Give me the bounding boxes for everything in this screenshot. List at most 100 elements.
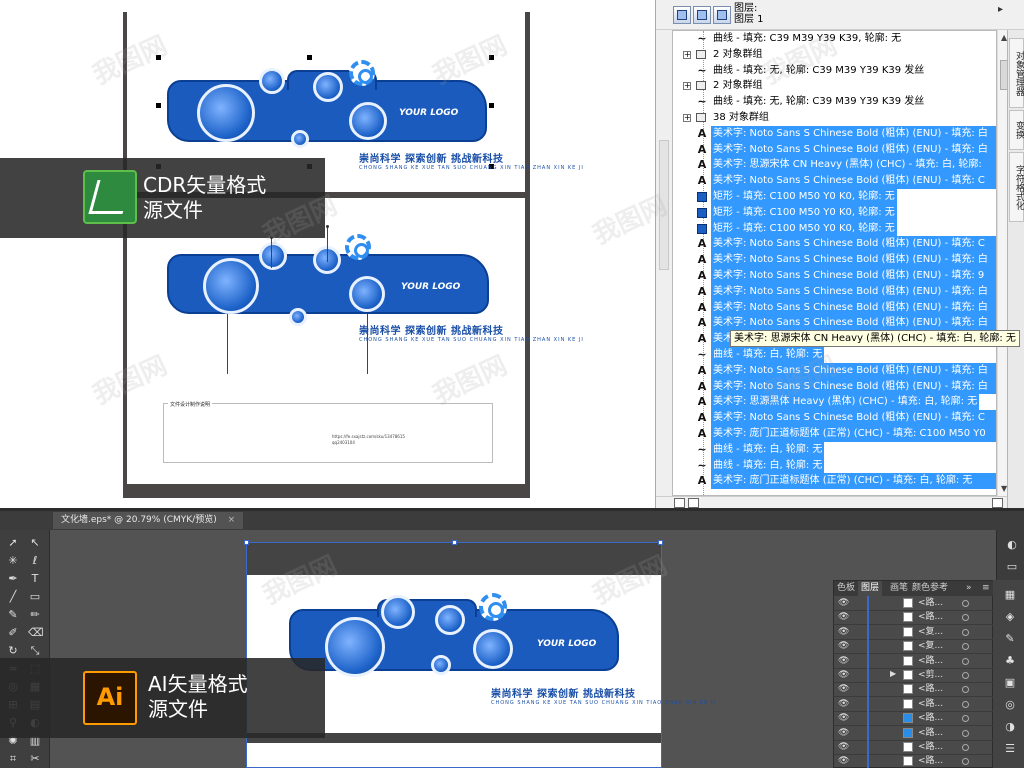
- swatches-icon[interactable]: ▦: [1003, 588, 1017, 602]
- magic-wand-tool-icon[interactable]: ✳: [6, 554, 20, 568]
- object-row[interactable]: A 美术字: Noto Sans S Chinese Bold (粗体) (ENU…: [673, 378, 996, 395]
- align-icon[interactable]: ☰: [1003, 742, 1017, 756]
- panel-menu-icon[interactable]: ≡: [982, 581, 990, 596]
- object-row[interactable]: ∼ 曲线 - 填充: 白, 轮廓: 无: [673, 457, 996, 474]
- rectangle-tool-icon[interactable]: ▭: [28, 590, 42, 604]
- target-circle-icon[interactable]: [962, 700, 969, 708]
- object-row[interactable]: A 美术字: Noto Sans S Chinese Bold (粗体) (ENU…: [673, 236, 996, 253]
- object-row[interactable]: +2 对象群组: [673, 78, 996, 94]
- object-row[interactable]: ∼ 曲线 - 填充: C39 M39 Y39 K39, 轮廓: 无: [673, 31, 996, 47]
- target-circle-icon[interactable]: [962, 715, 969, 723]
- target-circle-icon[interactable]: [962, 758, 969, 766]
- visibility-eye-icon[interactable]: 👁: [838, 713, 849, 724]
- tab-swatches[interactable]: 色板: [837, 581, 855, 596]
- target-circle-icon[interactable]: [962, 744, 969, 751]
- splitter-handle[interactable]: [659, 140, 669, 270]
- delete-icon[interactable]: [992, 498, 1003, 508]
- symbols-icon[interactable]: ♣: [1003, 654, 1017, 668]
- docker-tab-character[interactable]: 字符格式化: [1009, 152, 1024, 222]
- cdr-canvas[interactable]: YOUR LOGO 崇尚科学 探索创新 挑战新科技 CHONG SHANG KE…: [123, 12, 583, 498]
- panel-menu-arrow-icon[interactable]: ▸: [998, 4, 1003, 15]
- docker-tab-transform[interactable]: 变换: [1009, 110, 1024, 150]
- layer-row[interactable]: 👁 <路...: [834, 610, 994, 626]
- object-row[interactable]: +38 对象群组: [673, 110, 996, 126]
- color-panel-icon[interactable]: ◐: [1005, 538, 1019, 552]
- object-row[interactable]: A 美术字: Noto Sans S Chinese Bold (粗体) (ENU…: [673, 315, 996, 332]
- visibility-eye-icon[interactable]: 👁: [838, 641, 849, 652]
- object-row[interactable]: A 美术字: 庞门正道标题体 (正常) (CHC) - 填充: 白, 轮廓: 无: [673, 473, 996, 490]
- object-row[interactable]: A 美术字: Noto Sans S Chinese Bold (粗体) (ENU…: [673, 410, 996, 426]
- rotate-tool-icon[interactable]: ↻: [6, 644, 20, 658]
- object-row[interactable]: A 美术字: 思源黑体 Heavy (黑体) (CHC) - 填充: 白, 轮廓:…: [673, 394, 996, 411]
- visibility-eye-icon[interactable]: 👁: [838, 728, 849, 739]
- blob-brush-tool-icon[interactable]: ✐: [6, 626, 20, 640]
- paintbrush-tool-icon[interactable]: ✎: [6, 608, 20, 622]
- selection-handle[interactable]: [489, 55, 494, 60]
- layer-row[interactable]: 👁 <路...: [834, 711, 994, 727]
- target-circle-icon[interactable]: [962, 686, 969, 694]
- object-tree[interactable]: ∼ 曲线 - 填充: C39 M39 Y39 K39, 轮廓: 无 +2 对象群组 ∼…: [672, 30, 997, 496]
- object-row[interactable]: +2 对象群组: [673, 47, 996, 63]
- graphic-styles-icon[interactable]: ▣: [1003, 676, 1017, 690]
- visibility-eye-icon[interactable]: 👁: [838, 742, 849, 753]
- tab-brushes[interactable]: 画笔: [890, 581, 908, 596]
- selection-handle[interactable]: [307, 55, 312, 60]
- selection-handle[interactable]: [489, 103, 494, 108]
- object-row[interactable]: A 美术字: Noto Sans S Chinese Bold (粗体) (ENU…: [673, 173, 996, 189]
- object-row[interactable]: ∼ 曲线 - 填充: 无, 轮廓: C39 M39 Y39 K39 发丝: [673, 94, 996, 110]
- layer-row[interactable]: 👁 <路...: [834, 596, 994, 611]
- ai-document-tab[interactable]: 文化墙.eps* @ 20.79% (CMYK/预览) ×: [53, 512, 244, 529]
- visibility-eye-icon[interactable]: 👁: [838, 756, 849, 767]
- new-master-layer-button[interactable]: [688, 498, 699, 508]
- expand-arrow-icon[interactable]: ▶: [890, 669, 896, 678]
- scale-tool-icon[interactable]: ⤡: [28, 644, 42, 658]
- layer-row[interactable]: 👁 <路...: [834, 696, 994, 712]
- object-row[interactable]: ∼ 曲线 - 填充: 白, 轮廓: 无: [673, 441, 996, 458]
- layer-row[interactable]: 👁 ▶ <剪...: [834, 668, 994, 683]
- expand-icon[interactable]: +: [683, 50, 691, 59]
- object-row[interactable]: ∼ 曲线 - 填充: 白, 轮廓: 无: [673, 347, 996, 363]
- pencil-tool-icon[interactable]: ✏: [28, 608, 42, 622]
- target-circle-icon[interactable]: [962, 672, 969, 679]
- object-row[interactable]: ∼ 曲线 - 填充: 无, 轮廓: C39 M39 Y39 K39 发丝: [673, 63, 996, 79]
- show-properties-button[interactable]: [673, 6, 691, 24]
- object-row[interactable]: A 美术字: 庞门正道标题体 (正常) (CHC) - 填充: C100 M50 …: [673, 426, 996, 442]
- tab-color-guide[interactable]: 颜色参考: [912, 581, 948, 596]
- visibility-eye-icon[interactable]: 👁: [838, 612, 849, 623]
- artboard-tool-icon[interactable]: ⌗: [6, 752, 20, 766]
- object-row[interactable]: 矩形 - 填充: C100 M50 Y0 K0, 轮廓: 无: [673, 189, 996, 205]
- close-icon[interactable]: ×: [228, 515, 236, 525]
- target-circle-icon[interactable]: [962, 628, 969, 636]
- transparency-icon[interactable]: ◑: [1003, 720, 1017, 734]
- selection-handle[interactable]: [156, 103, 161, 108]
- object-row[interactable]: A 美术字: Noto Sans S Chinese Bold (粗体) (ENU…: [673, 268, 996, 284]
- object-row[interactable]: A 美术字: Noto Sans S Chinese Bold (粗体) (ENU…: [673, 125, 996, 142]
- object-row[interactable]: A 美术字: Noto Sans S Chinese Bold (粗体) (ENU…: [673, 362, 996, 379]
- object-row[interactable]: 矩形 - 填充: C100 M50 Y0 K0, 轮廓: 无: [673, 220, 996, 237]
- cdr-page-2[interactable]: YOUR LOGO 崇尚科学 探索创新 挑战新科技 CHONG SHANG KE…: [127, 198, 583, 484]
- object-row[interactable]: A 美术字: 思源宋体 CN Heavy (黑体) (CHC) - 填充: 白, …: [673, 157, 996, 174]
- new-layer-button[interactable]: [674, 498, 685, 508]
- layers-icon[interactable]: ◈: [1003, 610, 1017, 624]
- eraser-tool-icon[interactable]: ⌫: [28, 626, 44, 640]
- object-row[interactable]: A 美术字: Noto Sans S Chinese Bold (粗体) (ENU…: [673, 252, 996, 268]
- pen-tool-icon[interactable]: ✒: [6, 572, 20, 586]
- object-row[interactable]: A 美术字: Noto Sans S Chinese Bold (粗体) (ENU…: [673, 283, 996, 300]
- layer-row[interactable]: 👁 <路...: [834, 725, 994, 741]
- visibility-eye-icon[interactable]: 👁: [838, 699, 849, 710]
- target-circle-icon[interactable]: [962, 600, 969, 607]
- target-circle-icon[interactable]: [962, 729, 969, 737]
- docker-tab-object-manager[interactable]: 对象管理器: [1009, 38, 1024, 108]
- layer-row[interactable]: 👁 <路...: [834, 740, 994, 755]
- brushes-icon[interactable]: ✎: [1003, 632, 1017, 646]
- line-tool-icon[interactable]: ╱: [6, 590, 20, 604]
- visibility-eye-icon[interactable]: 👁: [838, 656, 849, 667]
- object-row[interactable]: A 美术字: Noto Sans S Chinese Bold (粗体) (ENU…: [673, 141, 996, 158]
- selection-handle[interactable]: [452, 540, 457, 545]
- visibility-eye-icon[interactable]: 👁: [838, 598, 849, 609]
- visibility-eye-icon[interactable]: 👁: [838, 670, 849, 681]
- layer-manager-button[interactable]: [713, 6, 731, 24]
- selection-handle[interactable]: [244, 540, 249, 545]
- visibility-eye-icon[interactable]: 👁: [838, 684, 849, 695]
- type-tool-icon[interactable]: T: [28, 572, 42, 586]
